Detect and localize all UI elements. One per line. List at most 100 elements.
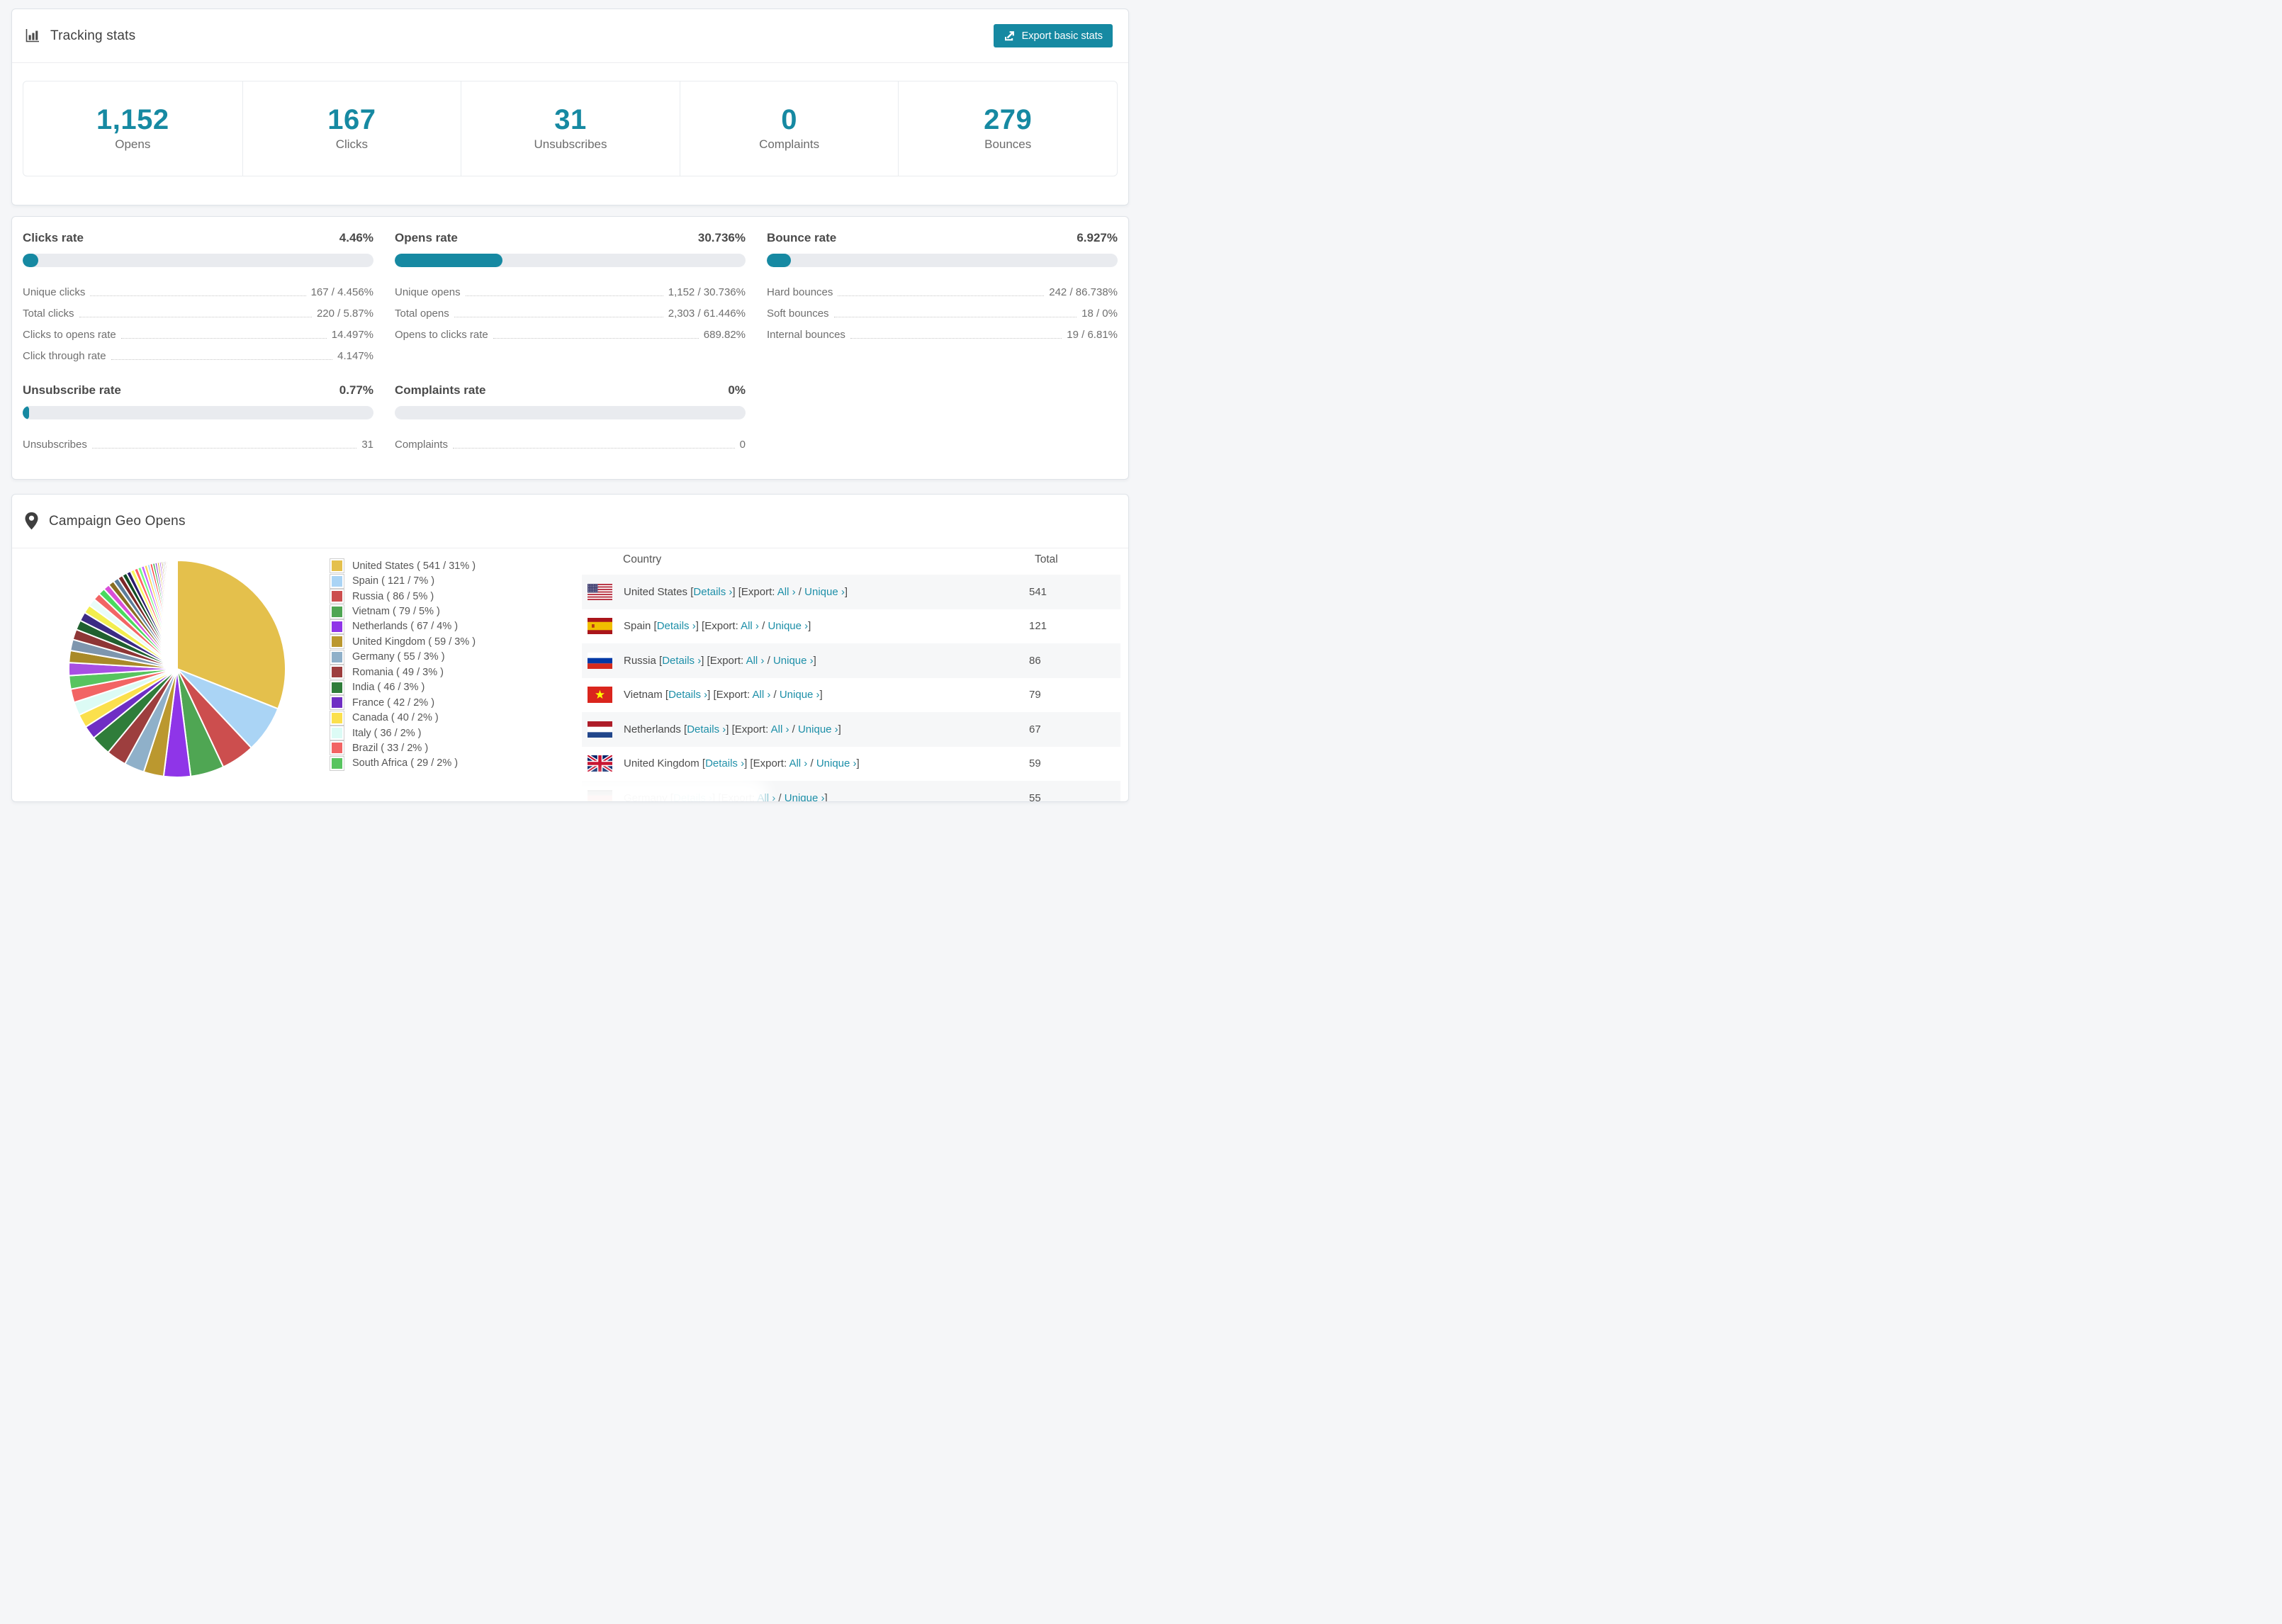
details-link[interactable]: Details › bbox=[668, 689, 707, 701]
export-unique-link[interactable]: Unique › bbox=[773, 655, 814, 667]
rate-row-label: Unsubscribes bbox=[23, 438, 87, 451]
legend-item: United States ( 541 / 31% ) bbox=[330, 558, 476, 574]
rate-row-label: Complaints bbox=[395, 438, 449, 451]
legend-item: Brazil ( 33 / 2% ) bbox=[330, 740, 476, 756]
rate-row-value: 2,303 / 61.446% bbox=[668, 307, 746, 320]
flag-us-icon bbox=[588, 583, 612, 600]
export-all-link[interactable]: All › bbox=[771, 723, 789, 735]
stat-label: Opens bbox=[115, 137, 151, 151]
pie-slice-small[interactable] bbox=[175, 559, 178, 670]
legend-swatch bbox=[330, 755, 344, 771]
export-all-link[interactable]: All › bbox=[757, 792, 775, 801]
rate-row-value: 18 / 0% bbox=[1081, 307, 1118, 320]
table-row-country-cell: United States [Details ›] [Export: All ›… bbox=[588, 583, 1029, 600]
export-all-link[interactable]: All › bbox=[777, 586, 796, 598]
tracking-stats-title: Tracking stats bbox=[50, 28, 136, 43]
country-links: United States [Details ›] [Export: All ›… bbox=[624, 585, 848, 598]
legend-item: Italy ( 36 / 2% ) bbox=[330, 726, 476, 741]
table-row-country-cell: Netherlands [Details ›] [Export: All › /… bbox=[588, 721, 1029, 738]
table-row-country-cell: Vietnam [Details ›] [Export: All › / Uni… bbox=[588, 687, 1029, 704]
table-row-total: 59 bbox=[1029, 757, 1041, 770]
progress-bar-fill bbox=[767, 254, 792, 267]
details-link[interactable]: Details › bbox=[693, 586, 732, 598]
stat-box-bounces: 279 Bounces bbox=[898, 81, 1117, 176]
export-unique-link[interactable]: Unique › bbox=[804, 586, 845, 598]
rate-detail-row: Total clicks 220 / 5.87% bbox=[23, 298, 373, 320]
rate-row-value: 19 / 6.81% bbox=[1067, 328, 1118, 341]
export-unique-link[interactable]: Unique › bbox=[816, 757, 857, 769]
rate-header: Clicks rate 4.46% bbox=[23, 231, 373, 245]
bar-chart-icon bbox=[24, 28, 40, 44]
export-unique-link[interactable]: Unique › bbox=[768, 620, 808, 632]
rate-detail-row: Unique clicks 167 / 4.456% bbox=[23, 277, 373, 298]
legend-swatch bbox=[330, 634, 344, 650]
rate-percentage: 0% bbox=[728, 383, 746, 397]
rate-detail-row: Soft bounces 18 / 0% bbox=[767, 298, 1118, 320]
flag-nl-icon bbox=[588, 721, 612, 738]
rate-row-value: 1,152 / 30.736% bbox=[668, 286, 746, 298]
stat-value: 31 bbox=[554, 104, 587, 135]
export-basic-stats-button[interactable]: Export basic stats bbox=[993, 24, 1113, 47]
dotted-leader bbox=[120, 338, 327, 339]
table-row-country-cell: United Kingdom [Details ›] [Export: All … bbox=[588, 755, 1029, 772]
rate-block-complaints-rate: Complaints rate 0% Complaints 0 bbox=[395, 383, 746, 451]
rate-row-label: Unique clicks bbox=[23, 286, 86, 298]
export-unique-link[interactable]: Unique › bbox=[785, 792, 825, 801]
geo-opens-pie-chart[interactable] bbox=[63, 555, 291, 783]
legend-swatch bbox=[330, 589, 344, 604]
details-link[interactable]: Details › bbox=[657, 620, 696, 632]
legend-item: India ( 46 / 3% ) bbox=[330, 680, 476, 695]
legend-label: Spain ( 121 / 7% ) bbox=[352, 575, 435, 587]
progress-bar-fill bbox=[23, 254, 39, 267]
rate-detail-rows: Hard bounces 242 / 86.738% Soft bounces … bbox=[767, 277, 1118, 341]
column-header-total: Total bbox=[1035, 553, 1058, 565]
export-all-link[interactable]: All › bbox=[752, 689, 770, 701]
rate-title: Bounce rate bbox=[767, 231, 837, 244]
progress-bar bbox=[23, 406, 373, 419]
legend-label: Italy ( 36 / 2% ) bbox=[352, 727, 422, 739]
export-all-link[interactable]: All › bbox=[741, 620, 759, 632]
table-row-netherlands: Netherlands [Details ›] [Export: All › /… bbox=[582, 712, 1120, 747]
rate-row-value: 167 / 4.456% bbox=[310, 286, 373, 298]
rate-detail-row: Opens to clicks rate 689.82% bbox=[395, 320, 746, 341]
details-link[interactable]: Details › bbox=[662, 655, 701, 667]
legend-swatch bbox=[330, 619, 344, 634]
rate-title: Opens rate bbox=[395, 231, 458, 244]
rates-grid: Clicks rate 4.46% Unique clicks 167 / 4.… bbox=[12, 217, 1128, 451]
geo-opens-table: Country Total United States [Details ›] … bbox=[582, 544, 1120, 801]
rate-header: Bounce rate 6.927% bbox=[767, 231, 1118, 245]
campaign-geo-opens-title: Campaign Geo Opens bbox=[49, 513, 186, 529]
rate-row-value: 14.497% bbox=[331, 328, 373, 341]
legend-label: United States ( 541 / 31% ) bbox=[352, 560, 476, 572]
rate-detail-row: Clicks to opens rate 14.497% bbox=[23, 320, 373, 341]
table-row-germany: Germany [Details ›] [Export: All › / Uni… bbox=[582, 781, 1120, 801]
dotted-leader bbox=[465, 295, 663, 296]
rate-row-value: 242 / 86.738% bbox=[1049, 286, 1118, 298]
details-link[interactable]: Details › bbox=[673, 792, 712, 801]
rate-row-label: Soft bounces bbox=[767, 307, 829, 320]
flag-de-icon bbox=[588, 789, 612, 801]
legend-item: Canada ( 40 / 2% ) bbox=[330, 710, 476, 726]
progress-bar-fill bbox=[395, 254, 503, 267]
rate-row-label: Unique opens bbox=[395, 286, 461, 298]
rate-detail-rows: Complaints 0 bbox=[395, 429, 746, 451]
rate-detail-row: Unique opens 1,152 / 30.736% bbox=[395, 277, 746, 298]
column-header-country: Country bbox=[623, 553, 662, 565]
export-unique-link[interactable]: Unique › bbox=[798, 723, 838, 735]
details-link[interactable]: Details › bbox=[705, 757, 744, 769]
rate-percentage: 0.77% bbox=[339, 383, 373, 397]
details-link[interactable]: Details › bbox=[687, 723, 726, 735]
stat-value: 0 bbox=[781, 104, 797, 135]
export-all-link[interactable]: All › bbox=[746, 655, 765, 667]
legend-item: United Kingdom ( 59 / 3% ) bbox=[330, 634, 476, 650]
legend-swatch bbox=[330, 649, 344, 665]
table-row-total: 121 bbox=[1029, 620, 1047, 633]
export-all-link[interactable]: All › bbox=[789, 757, 807, 769]
export-icon bbox=[1004, 30, 1016, 42]
legend-label: South Africa ( 29 / 2% ) bbox=[352, 757, 459, 769]
country-links: Germany [Details ›] [Export: All › / Uni… bbox=[624, 792, 828, 801]
rate-percentage: 30.736% bbox=[697, 231, 746, 244]
rate-title: Clicks rate bbox=[23, 231, 84, 244]
stats-summary-strip: 1,152 Opens 167 Clicks 31 Unsubscribes 0… bbox=[23, 81, 1118, 176]
export-unique-link[interactable]: Unique › bbox=[780, 689, 820, 701]
